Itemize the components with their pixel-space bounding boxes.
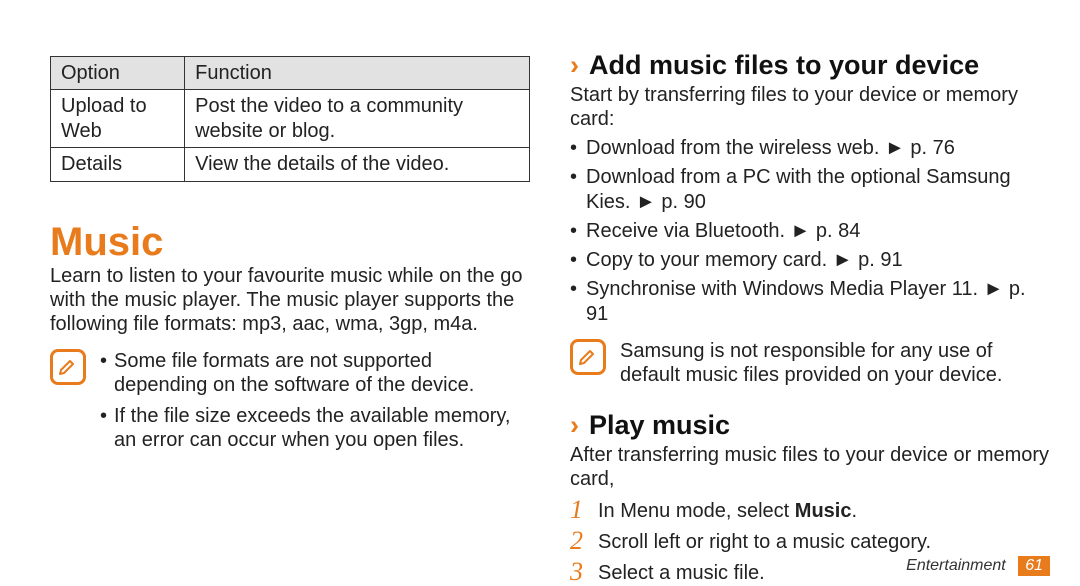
manual-page: Option Function Upload to Web Post the v… xyxy=(0,0,1080,586)
add-music-list: Download from the wireless web. ► p. 76 … xyxy=(570,136,1050,327)
table-header-row: Option Function xyxy=(51,57,530,90)
pencil-note-icon xyxy=(570,339,606,375)
step-number: 1 xyxy=(570,497,598,523)
play-music-heading: › Play music xyxy=(570,410,1050,441)
add-music-item: Download from the wireless web. ► p. 76 xyxy=(570,136,1050,161)
music-note-item: Some file formats are not supported depe… xyxy=(100,349,530,398)
step-number: 3 xyxy=(570,559,598,585)
add-music-intro: Start by transferring files to your devi… xyxy=(570,83,1050,132)
music-note-body: Some file formats are not supported depe… xyxy=(100,349,530,459)
chevron-right-icon: › xyxy=(570,50,579,81)
play-music-heading-text: Play music xyxy=(589,410,730,441)
table-row: Upload to Web Post the video to a commun… xyxy=(51,90,530,148)
table-cell-option: Details xyxy=(51,148,185,181)
table-row: Details View the details of the video. xyxy=(51,148,530,181)
add-music-heading: › Add music files to your device xyxy=(570,50,1050,81)
step-text: Scroll left or right to a music category… xyxy=(598,528,1050,555)
music-heading: Music xyxy=(50,222,530,262)
options-table: Option Function Upload to Web Post the v… xyxy=(50,56,530,182)
step-item: 2 Scroll left or right to a music catego… xyxy=(570,528,1050,555)
table-cell-function: Post the video to a community website or… xyxy=(185,90,530,148)
table-header-option: Option xyxy=(51,57,185,90)
add-music-heading-text: Add music files to your device xyxy=(589,50,979,81)
music-note: Some file formats are not supported depe… xyxy=(50,349,530,459)
left-column: Option Function Upload to Web Post the v… xyxy=(50,50,560,566)
add-music-item: Receive via Bluetooth. ► p. 84 xyxy=(570,219,1050,244)
step-text: In Menu mode, select Music. xyxy=(598,497,1050,524)
step-item: 1 In Menu mode, select Music. xyxy=(570,497,1050,524)
add-music-item: Copy to your memory card. ► p. 91 xyxy=(570,248,1050,273)
footer-page-number: 61 xyxy=(1018,556,1050,576)
table-header-function: Function xyxy=(185,57,530,90)
music-note-item: If the file size exceeds the available m… xyxy=(100,404,530,453)
footer-section: Entertainment xyxy=(906,557,1006,574)
table-cell-function: View the details of the video. xyxy=(185,148,530,181)
add-music-note: Samsung is not responsible for any use o… xyxy=(570,339,1050,388)
add-music-item: Download from a PC with the optional Sam… xyxy=(570,165,1050,215)
chevron-right-icon: › xyxy=(570,410,579,441)
right-column: › Add music files to your device Start b… xyxy=(560,50,1050,566)
table-cell-option: Upload to Web xyxy=(51,90,185,148)
play-music-intro: After transferring music files to your d… xyxy=(570,443,1050,492)
add-music-note-text: Samsung is not responsible for any use o… xyxy=(620,339,1050,388)
add-music-item: Synchronise with Windows Media Player 11… xyxy=(570,277,1050,327)
step-number: 2 xyxy=(570,528,598,554)
music-intro: Learn to listen to your favourite music … xyxy=(50,264,530,337)
page-footer: Entertainment 61 xyxy=(906,556,1050,576)
pencil-note-icon xyxy=(50,349,86,385)
